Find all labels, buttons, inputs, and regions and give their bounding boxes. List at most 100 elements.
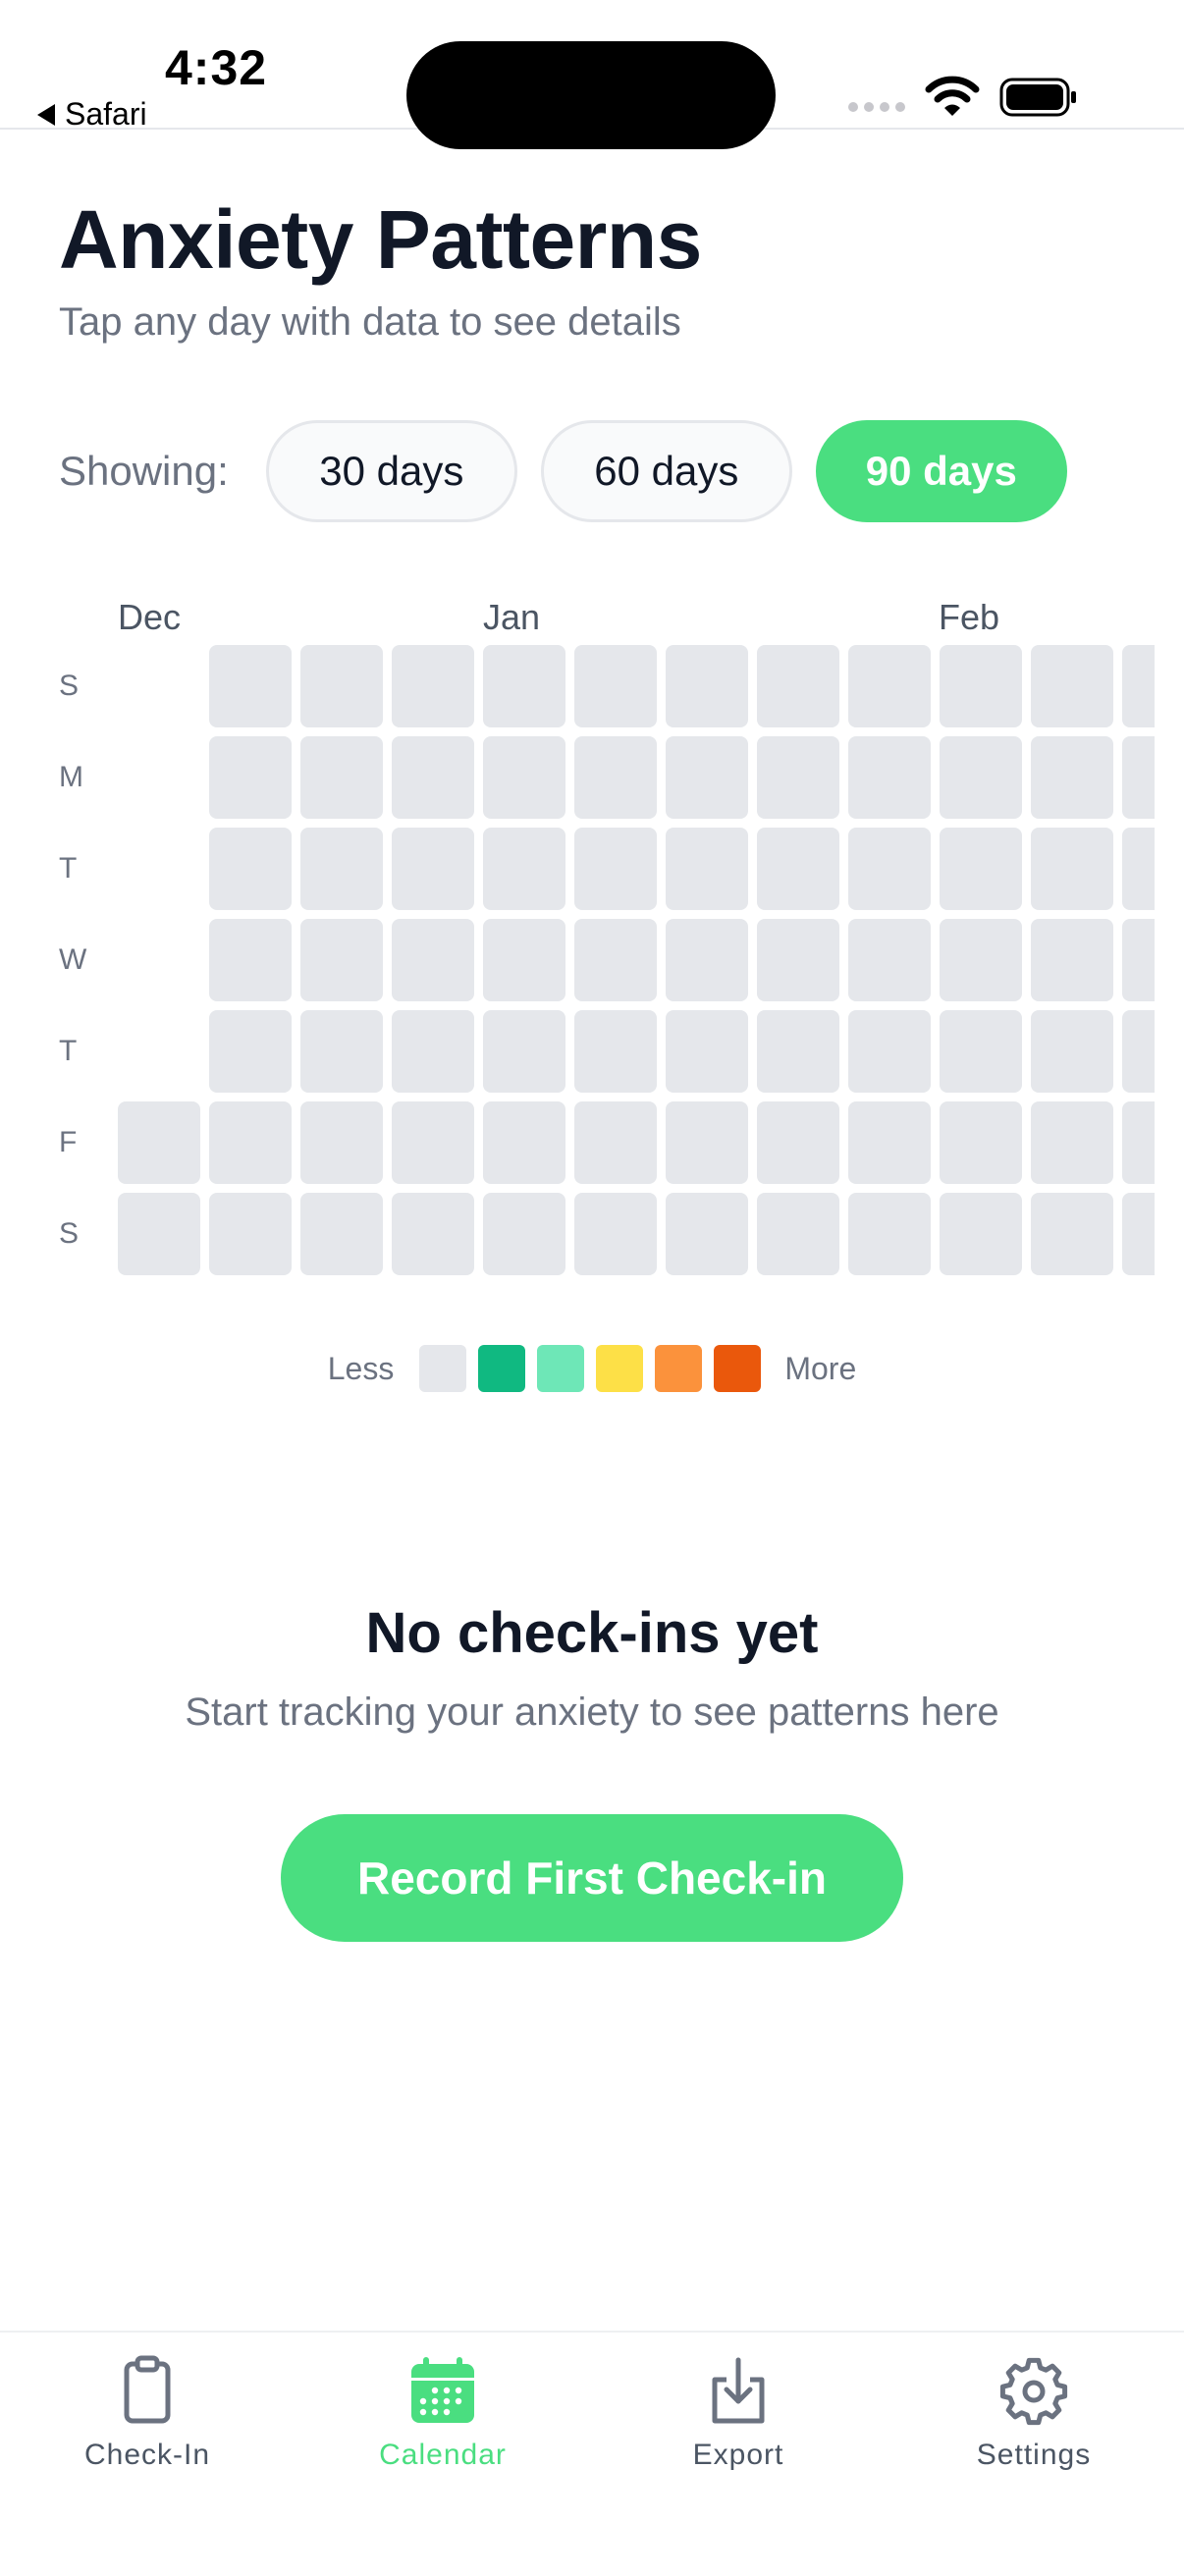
heatmap-day-cell xyxy=(940,1193,1022,1275)
tab-check-in-label: Check-In xyxy=(83,2439,211,2471)
heatmap-day-cell xyxy=(483,1010,565,1093)
heatmap-day-cell xyxy=(1122,645,1155,727)
month-label-jan: Jan xyxy=(483,597,541,637)
heatmap-day-cell xyxy=(574,828,657,910)
heatmap-day-cell xyxy=(848,828,931,910)
heatmap-day-cell xyxy=(940,1101,1022,1184)
heatmap-day-cell xyxy=(1031,736,1113,819)
heatmap-day-cell xyxy=(574,645,657,727)
tab-export[interactable]: Export xyxy=(591,2354,886,2472)
month-label-feb: Feb xyxy=(939,597,1000,637)
heatmap-day-cell xyxy=(1031,645,1113,727)
heatmap-day-cell xyxy=(848,1193,931,1275)
heatmap-day-cell xyxy=(848,736,931,819)
heatmap-day-cell xyxy=(666,919,748,1001)
heatmap-day-cell xyxy=(574,1193,657,1275)
heatmap-day-cell xyxy=(300,1193,383,1275)
day-label-thursday: T xyxy=(59,1035,78,1067)
heatmap-day-cell xyxy=(483,1101,565,1184)
heatmap-day-cell xyxy=(940,736,1022,819)
back-arrow-icon xyxy=(37,103,55,126)
range-label: Showing: xyxy=(59,448,229,494)
heatmap-day-cell xyxy=(940,645,1022,727)
tab-settings-label: Settings xyxy=(976,2439,1092,2471)
legend-less-label: Less xyxy=(327,1350,395,1386)
range-60-days-button[interactable]: 60 days xyxy=(540,420,792,522)
tab-check-in[interactable]: Check-In xyxy=(0,2354,295,2472)
legend-swatch-4 xyxy=(655,1345,703,1392)
heatmap-day-cell xyxy=(1122,1010,1155,1093)
heatmap-day-cell xyxy=(574,1010,657,1093)
range-90-days-button[interactable]: 90 days xyxy=(815,420,1067,522)
legend-swatch-1 xyxy=(478,1345,526,1392)
range-30-days-button[interactable]: 30 days xyxy=(265,420,517,522)
heatmap-day-cell xyxy=(392,828,474,910)
record-first-checkin-button[interactable]: Record First Check-in xyxy=(281,1814,903,1942)
day-label-monday: M xyxy=(59,761,83,793)
heatmap-day-cell xyxy=(757,1193,839,1275)
tab-bar: Check-In Calendar Export Settings xyxy=(0,2331,1184,2576)
heatmap-day-cell xyxy=(209,1193,292,1275)
heatmap-day-cell xyxy=(757,1010,839,1093)
back-app-label: Safari xyxy=(65,96,147,132)
heatmap-day-cell xyxy=(666,1193,748,1275)
heatmap-day-cell xyxy=(848,1010,931,1093)
legend-swatch-2 xyxy=(537,1345,585,1392)
cellular-signal-icon xyxy=(848,102,905,112)
heatmap-day-cell xyxy=(1122,1193,1155,1275)
tab-calendar-label: Calendar xyxy=(379,2439,507,2471)
day-label-sunday: S xyxy=(59,670,80,702)
legend-more-label: More xyxy=(784,1350,857,1386)
heatmap-grid xyxy=(118,645,1155,1279)
status-bar: 4:32 Safari xyxy=(0,0,1184,149)
heatmap-day-cell xyxy=(574,919,657,1001)
heatmap-day-cell xyxy=(666,1101,748,1184)
heatmap-day-cell xyxy=(757,919,839,1001)
empty-state-title: No check-ins yet xyxy=(365,1601,819,1665)
heatmap-day-cell xyxy=(118,1193,200,1275)
heatmap-day-cell xyxy=(483,828,565,910)
heatmap-day-cell xyxy=(483,645,565,727)
month-label-dec: Dec xyxy=(118,597,182,637)
heatmap-day-cell xyxy=(209,828,292,910)
heatmap-day-cell xyxy=(1122,736,1155,819)
back-to-app-link[interactable]: Safari xyxy=(37,96,147,133)
page-subtitle: Tap any day with data to see details xyxy=(59,300,681,344)
clipboard-icon xyxy=(124,2355,171,2424)
heatmap-day-cell xyxy=(940,919,1022,1001)
heatmap-day-cell xyxy=(666,736,748,819)
heatmap-day-cell xyxy=(666,645,748,727)
heatmap-day-cell xyxy=(940,828,1022,910)
battery-icon xyxy=(999,78,1076,117)
gear-icon xyxy=(999,2357,1068,2426)
wifi-icon xyxy=(925,76,980,116)
heatmap-day-cell xyxy=(392,919,474,1001)
status-time: 4:32 xyxy=(165,40,268,95)
range-selector: Showing: 30 days 60 days 90 days xyxy=(59,420,1091,522)
heatmap-day-cell xyxy=(392,1193,474,1275)
heatmap-day-cell xyxy=(392,736,474,819)
heatmap-day-cell xyxy=(209,1101,292,1184)
heatmap-day-cell xyxy=(392,1101,474,1184)
heatmap-day-cell xyxy=(209,1010,292,1093)
heatmap-day-cell xyxy=(483,736,565,819)
heatmap-day-cell xyxy=(1122,919,1155,1001)
heatmap-day-cell xyxy=(757,1101,839,1184)
heatmap-day-cell xyxy=(757,736,839,819)
heatmap-day-cell xyxy=(848,645,931,727)
heatmap-day-cell xyxy=(300,645,383,727)
heatmap-day-cell xyxy=(483,919,565,1001)
day-label-friday: F xyxy=(59,1126,78,1158)
legend-swatch-5 xyxy=(714,1345,762,1392)
heatmap-day-cell xyxy=(392,1010,474,1093)
heatmap-day-cell xyxy=(1122,1101,1155,1184)
heatmap-day-cell xyxy=(392,645,474,727)
tab-settings[interactable]: Settings xyxy=(887,2354,1181,2472)
day-label-saturday: S xyxy=(59,1217,80,1250)
heatmap-day-cell xyxy=(940,1010,1022,1093)
tab-calendar[interactable]: Calendar xyxy=(296,2354,590,2472)
tab-export-label: Export xyxy=(692,2439,784,2471)
heatmap-day-cell xyxy=(209,919,292,1001)
heatmap-day-cell xyxy=(757,645,839,727)
day-label-wednesday: W xyxy=(59,943,87,976)
